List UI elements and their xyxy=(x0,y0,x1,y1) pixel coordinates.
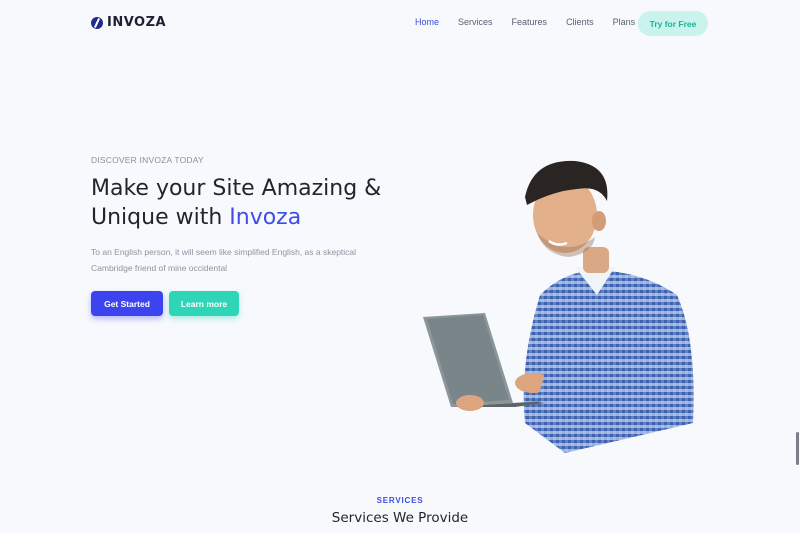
hero-description: To an English person, it will seem like … xyxy=(91,247,357,273)
hero-image-man-with-laptop xyxy=(415,155,705,455)
try-for-free-button[interactable]: Try for Free xyxy=(638,11,708,36)
nav-link-services[interactable]: Services xyxy=(458,17,493,27)
hero-title-line2: Unique with xyxy=(91,205,230,230)
nav-link-clients[interactable]: Clients xyxy=(566,17,594,27)
get-started-button[interactable]: Get Started xyxy=(91,291,163,316)
hero-title: Make your Site Amazing & Unique with Inv… xyxy=(91,174,381,232)
hero-eyebrow: DISCOVER INVOZA TODAY xyxy=(91,155,204,165)
services-title: Services We Provide xyxy=(331,510,469,526)
man-with-laptop-illustration xyxy=(423,160,694,453)
hero-title-line1: Make your Site Amazing & xyxy=(91,176,382,201)
page-scrollbar-thumb[interactable] xyxy=(796,432,799,465)
hero-title-accent: Invoza xyxy=(229,205,302,230)
navbar: INVOZA Home Services Features Clients Pl… xyxy=(0,0,800,48)
nav-link-features[interactable]: Features xyxy=(512,17,548,27)
invoza-logo-icon xyxy=(91,16,103,29)
brand-name: INVOZA xyxy=(107,15,167,30)
nav-link-home[interactable]: Home xyxy=(415,17,439,27)
learn-more-button[interactable]: Learn more xyxy=(169,291,239,316)
nav-links: Home Services Features Clients Plans xyxy=(415,17,654,27)
brand-logo[interactable]: INVOZA xyxy=(91,15,166,30)
services-eyebrow: SERVICES xyxy=(376,496,424,505)
nav-link-plans[interactable]: Plans xyxy=(613,17,636,27)
